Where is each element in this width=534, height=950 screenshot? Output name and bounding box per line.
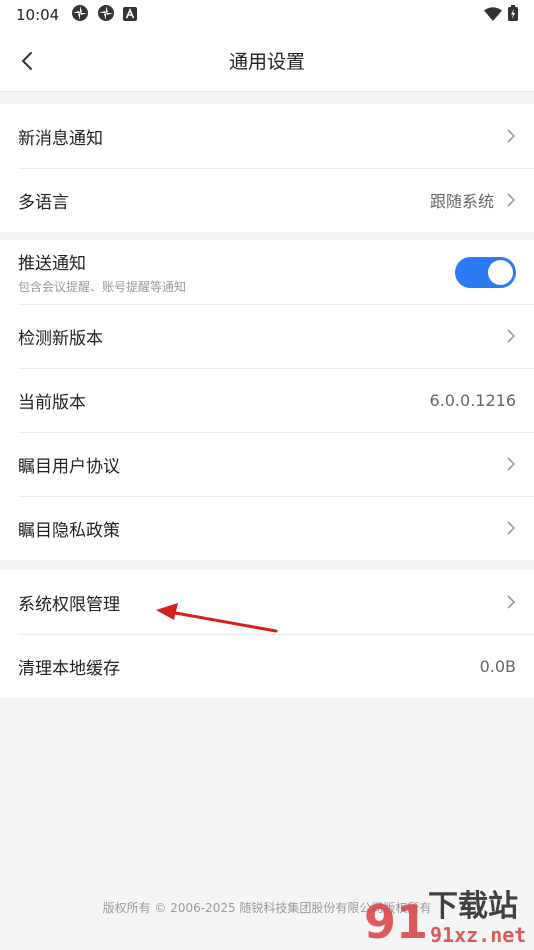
row-label: 系统权限管理 — [18, 594, 120, 615]
row-label: 瞩目隐私政策 — [18, 520, 120, 541]
row-subtitle: 包含会议提醒、账号提醒等通知 — [18, 280, 187, 294]
app-notification-icon — [71, 4, 89, 26]
row-label: 检测新版本 — [18, 328, 103, 349]
svg-text:下载站: 下载站 — [428, 889, 518, 924]
row-right — [506, 128, 516, 144]
row-right — [506, 328, 516, 344]
version-value: 6.0.0.1216 — [429, 390, 516, 410]
row-right: 6.0.0.1216 — [429, 391, 516, 410]
row-right: 跟随系统 — [430, 188, 516, 212]
new-message-notification-item[interactable]: 新消息通知 — [0, 104, 534, 168]
annotation-arrow-icon — [156, 603, 278, 633]
chevron-right-icon — [507, 193, 516, 207]
chevron-right-icon — [507, 129, 516, 143]
push-notification-toggle[interactable] — [455, 257, 516, 288]
user-agreement-item[interactable]: 瞩目用户协议 — [0, 432, 534, 496]
wifi-icon — [484, 6, 502, 25]
status-right — [484, 5, 518, 25]
header: 通用设置 — [0, 30, 534, 92]
settings-group-notifications: 新消息通知 多语言 跟随系统 — [0, 104, 534, 232]
row-label: 推送通知 — [18, 254, 86, 274]
settings-page: 10:04 通用设置 新消息通知 多语言 跟随系统 推送通知 包含会议提醒、账号… — [0, 0, 534, 950]
language-value: 跟随系统 — [429, 192, 494, 211]
row-right — [506, 520, 516, 536]
row-right — [506, 456, 516, 472]
privacy-policy-item[interactable]: 瞩目隐私政策 — [0, 496, 534, 560]
svg-text:91: 91 — [364, 895, 428, 948]
site-watermark-logo: 91 下载站 91xz.net — [364, 889, 526, 948]
check-update-item[interactable]: 检测新版本 — [0, 304, 534, 368]
page-title: 通用设置 — [228, 51, 305, 73]
current-version-item: 当前版本 6.0.0.1216 — [0, 368, 534, 432]
language-item[interactable]: 多语言 跟随系统 — [0, 168, 534, 232]
clear-cache-item[interactable]: 清理本地缓存 0.0B — [0, 634, 534, 698]
status-time: 10:04 — [16, 6, 60, 24]
push-notification-item: 推送通知 包含会议提醒、账号提醒等通知 — [0, 240, 534, 304]
row-right — [506, 594, 516, 610]
row-label: 当前版本 — [18, 392, 86, 413]
chevron-right-icon — [507, 329, 516, 343]
battery-icon — [508, 5, 518, 25]
cache-size-value: 0.0B — [479, 656, 516, 676]
toggle-knob — [488, 260, 513, 285]
status-bar: 10:04 — [0, 0, 534, 30]
row-label: 瞩目用户协议 — [18, 456, 120, 477]
chevron-right-icon — [507, 595, 516, 609]
row-right: 0.0B — [480, 657, 516, 676]
row-label: 新消息通知 — [18, 128, 103, 149]
app-notification-icon — [97, 4, 115, 26]
chevron-right-icon — [507, 457, 516, 471]
a-notification-icon — [123, 6, 138, 25]
chevron-right-icon — [507, 521, 516, 535]
svg-text:91xz.net: 91xz.net — [430, 923, 526, 947]
settings-group-app: 推送通知 包含会议提醒、账号提醒等通知 检测新版本 当前版本 6.0.0.121… — [0, 240, 534, 560]
row-label: 清理本地缓存 — [18, 658, 120, 679]
row-label: 多语言 — [18, 192, 69, 213]
